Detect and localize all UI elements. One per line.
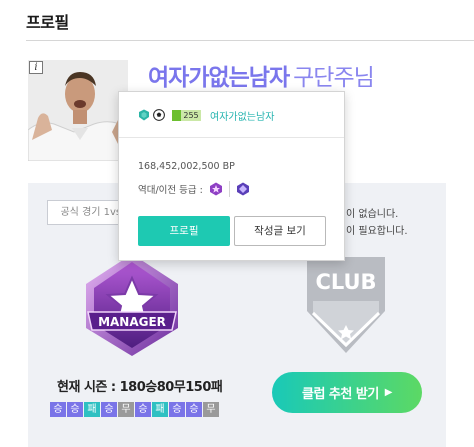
team-emblem-icon <box>139 109 149 121</box>
view-posts-button[interactable]: 작성글 보기 <box>234 216 326 246</box>
result-badge: 승 <box>186 402 202 417</box>
result-badge: 승 <box>50 402 66 417</box>
result-badge: 무 <box>203 402 219 417</box>
result-badge: 승 <box>135 402 151 417</box>
club-emblem: CLUB <box>305 255 387 355</box>
soccer-ball-icon <box>153 109 165 121</box>
manager-grade-emblem: MANAGER <box>74 250 190 360</box>
result-badge: 무 <box>118 402 134 417</box>
popup-header: 255 여자가없는남자 <box>119 92 344 138</box>
grade-label: 역대/이전 등급 : <box>138 185 203 196</box>
result-badge: 패 <box>84 402 100 417</box>
club-emblem-label: CLUB <box>315 270 376 294</box>
result-badge: 패 <box>152 402 168 417</box>
result-badge: 승 <box>67 402 83 417</box>
manager-emblem-label: MANAGER <box>98 315 166 329</box>
club-recommend-button[interactable]: 클럽 추천 받기 ▶ <box>272 372 422 413</box>
page-title: 프로필 <box>26 13 69 32</box>
club-notice-line-2: 이 필요합니다. <box>346 226 408 237</box>
info-icon[interactable]: i <box>29 61 43 74</box>
profile-nickname: 여자가없는남자 <box>148 65 290 91</box>
recent-results: 승 승 패 승 무 승 패 승 승 무 <box>50 402 219 417</box>
previous-grade-icon <box>209 182 222 196</box>
grade-separator <box>228 181 230 197</box>
header-divider <box>26 40 474 41</box>
profile-role: 구단주님 <box>293 65 375 91</box>
profile-button[interactable]: 프로필 <box>138 216 230 246</box>
profile-name-heading: 여자가없는남자 구단주님 <box>148 58 375 92</box>
user-profile-popup: 255 여자가없는남자 168,452,002,500 BP 역대/이전 등급 … <box>118 91 345 261</box>
result-badge: 승 <box>169 402 185 417</box>
player-photo <box>28 60 128 161</box>
grade-history: 역대/이전 등급 : <box>138 181 250 197</box>
level-badge: 255 <box>172 109 201 121</box>
popup-nickname: 여자가없는남자 <box>210 111 275 123</box>
club-notice-line-1: 이 없습니다. <box>346 209 399 220</box>
bp-value: 168,452,002,500 BP <box>138 161 235 172</box>
previous-grade-icon <box>236 182 249 196</box>
popup-divider <box>119 137 344 138</box>
club-recommend-label: 클럽 추천 받기 <box>301 387 379 402</box>
result-badge: 승 <box>101 402 117 417</box>
season-record: 현재 시즌 : 180승80무150패 <box>57 380 223 395</box>
arrow-right-icon: ▶ <box>384 387 393 398</box>
